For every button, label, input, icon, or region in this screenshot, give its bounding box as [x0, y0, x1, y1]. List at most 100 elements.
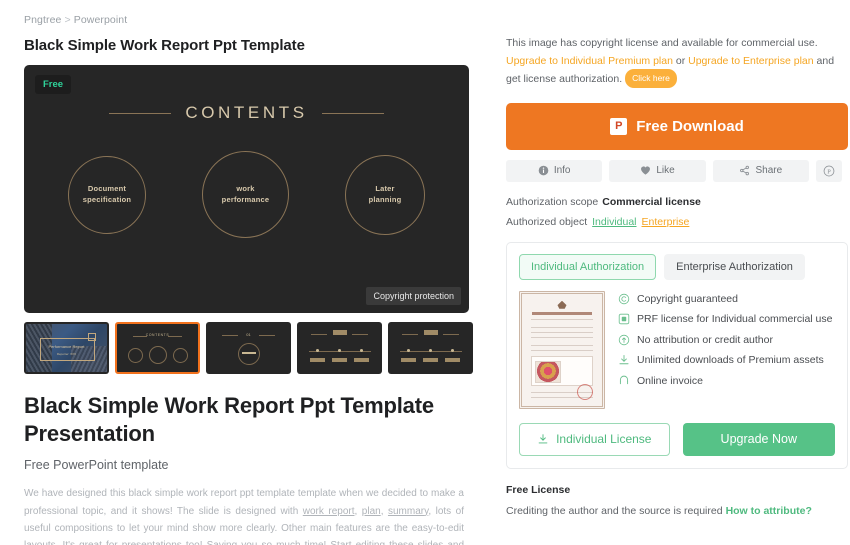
copyright-watermark: Copyright protection: [366, 287, 461, 305]
like-button[interactable]: Like: [609, 159, 706, 182]
certificate-line-4: [531, 336, 593, 339]
certificate-emblem-icon: [557, 300, 567, 309]
certificate-thumbnail[interactable]: [519, 290, 605, 409]
thumbnail-timeline-slide-1[interactable]: [297, 322, 382, 374]
feature-prf-label: PRF license for Individual commercial us…: [637, 313, 833, 326]
link-upgrade-individual-premium[interactable]: Upgrade to Individual Premium plan: [506, 55, 673, 67]
thumb2-circle-3: [173, 348, 188, 363]
feature-copyright-label: Copyright guaranteed: [637, 292, 738, 305]
thumb4-rule-right: [352, 334, 368, 335]
slide-circle-3: Later planning: [345, 154, 425, 235]
breadcrumb-root[interactable]: Pngtree: [24, 14, 61, 26]
action-button-row: Info Like Share P: [506, 159, 842, 182]
link-work-report[interactable]: work report: [303, 506, 355, 517]
how-to-attribute-link[interactable]: How to attribute?: [726, 505, 812, 517]
authorization-scope-row: Authorization scope Commercial license: [506, 196, 842, 208]
circle-3-line-2: planning: [368, 194, 402, 204]
individual-license-button[interactable]: Individual License: [519, 422, 670, 456]
free-download-button[interactable]: P Free Download: [506, 102, 848, 150]
thumb4-cap-3: [354, 358, 369, 362]
circle-1-line-2: specification: [82, 194, 132, 204]
share-button[interactable]: Share: [712, 159, 809, 182]
license-card-buttons: Individual License Upgrade Now: [519, 422, 835, 456]
thumbnail-section-number: 01: [246, 332, 251, 337]
heading-rule-right: [321, 112, 384, 114]
thumb4-cap-2: [332, 358, 347, 362]
pinterest-button[interactable]: P: [815, 159, 842, 182]
thumbnail-cover-frame: [40, 338, 95, 361]
tab-individual-authorization[interactable]: Individual Authorization: [519, 253, 657, 280]
circle-3-line-1: Later: [375, 183, 395, 193]
thumb5-cap-3: [445, 358, 460, 362]
feature-copyright-guaranteed: Copyright guaranteed: [618, 293, 833, 305]
authorized-object-individual[interactable]: Individual: [592, 216, 636, 228]
link-upgrade-enterprise[interactable]: Upgrade to Enterprise plan: [688, 55, 814, 67]
license-notice-text-1: This image has copyright license and ava…: [506, 37, 818, 49]
upgrade-now-button[interactable]: Upgrade Now: [682, 422, 835, 456]
download-icon: [618, 354, 630, 366]
free-download-label: Free Download: [636, 117, 744, 135]
detail-subtitle: Free PowerPoint template: [24, 458, 169, 473]
click-here-button[interactable]: Click here: [625, 69, 677, 88]
link-summary[interactable]: summary: [388, 506, 428, 517]
slide-heading: CONTENTS: [185, 103, 308, 122]
certificate-line-3: [531, 331, 593, 334]
feature-downloads-label: Unlimited downloads of Premium assets: [637, 354, 824, 367]
thumb2-rule-right: [168, 336, 182, 337]
thumb2-circle-2: [149, 346, 167, 364]
link-plan[interactable]: plan: [362, 506, 381, 517]
breadcrumb-current[interactable]: Powerpoint: [74, 14, 128, 26]
preview-image[interactable]: Free Copyright protection CONTENTS Docum…: [24, 65, 469, 313]
free-badge: Free: [35, 75, 72, 94]
feature-prf-license: PRF license for Individual commercial us…: [618, 313, 833, 325]
thumbnail-cover-sublabel: Reporter: XXX: [56, 352, 77, 356]
info-button[interactable]: Info: [506, 159, 603, 182]
thumbnail-cover-label: Performance Report: [48, 344, 85, 349]
thumbnail-cover-slide[interactable]: Performance Report Reporter: XXX: [24, 322, 109, 374]
slide-heading-group: CONTENTS: [24, 103, 469, 123]
individual-license-label: Individual License: [556, 432, 652, 447]
info-icon: [538, 165, 549, 176]
license-notice-or: or: [672, 55, 689, 68]
powerpoint-icon: P: [610, 117, 628, 135]
share-icon: [739, 165, 750, 176]
license-card: Individual Authorization Enterprise Auth…: [506, 241, 848, 469]
thumb4-cap-1: [310, 358, 325, 362]
thumbnail-timeline-slide-2[interactable]: [388, 322, 473, 374]
authorization-scope-value: Commercial license: [602, 195, 701, 208]
thumb5-dot-2: [429, 349, 432, 352]
certificate-line-5: [531, 344, 593, 347]
thumbnail-section-divider-slide[interactable]: 01: [206, 322, 291, 374]
thumb5-rule-left: [402, 334, 418, 335]
certificate-image-box: [531, 355, 593, 386]
heart-icon: [640, 165, 651, 176]
certificate-title-bar: [532, 311, 592, 315]
tab-enterprise-authorization[interactable]: Enterprise Authorization: [664, 253, 805, 280]
slide-circles: Document specification work performance La…: [24, 151, 469, 238]
left-column: Pngtree > Powerpoint Black Simple Work Rep…: [0, 0, 500, 545]
license-card-body: Copyright guaranteed PRF license for Ind…: [519, 290, 835, 409]
description-separator-2: ,: [380, 505, 388, 517]
thumb5-cap-2: [423, 358, 438, 362]
feature-unlimited-downloads: Unlimited downloads of Premium assets: [618, 354, 833, 366]
info-label: Info: [553, 165, 571, 177]
download-arrow-icon: [537, 433, 549, 445]
heading-rule-left: [109, 112, 172, 114]
thumbnail-contents-label: CONTENTS: [145, 333, 170, 337]
invoice-icon: [618, 375, 630, 387]
thumb5-dot-3: [451, 349, 454, 352]
thumbnail-contents-slide[interactable]: CONTENTS: [115, 322, 200, 374]
thumb5-title-bar: [424, 330, 438, 335]
breadcrumb-separator: >: [64, 14, 71, 26]
thumb5-rule-right: [443, 334, 459, 335]
circle-2-line-1: work: [236, 183, 255, 193]
authorized-object-enterprise[interactable]: Enterprise: [642, 216, 690, 228]
copyright-icon: [618, 293, 630, 305]
thumb5-dot-1: [407, 349, 410, 352]
certificate-line-1: [531, 318, 593, 321]
detail-title: Black Simple Work Report Ppt Template Pr…: [24, 393, 434, 446]
license-feature-list: Copyright guaranteed PRF license for Ind…: [618, 291, 833, 409]
svg-text:P: P: [827, 168, 831, 175]
description-separator-1: ,: [354, 505, 362, 517]
free-license-heading: Free License: [506, 483, 571, 496]
